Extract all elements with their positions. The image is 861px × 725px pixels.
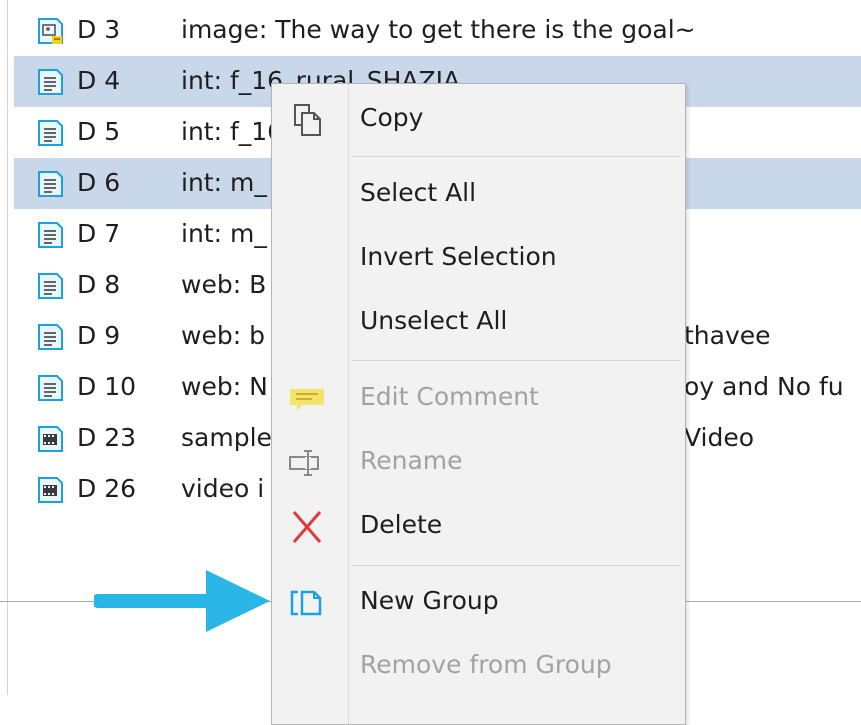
menu-item-new-group[interactable]: New Group [272,574,685,632]
document-code: D 4 [77,66,121,95]
menu-item-unselect-all-label: Unselect All [360,306,508,335]
document-title-visible-tail: Video [684,423,755,452]
document-code: D 10 [77,372,137,401]
document-title: video i [181,474,265,503]
document-title: web: N [181,372,268,401]
text-document-icon [36,119,64,147]
new-group-icon [290,590,322,616]
text-document-icon [36,221,64,249]
comment-icon [290,389,324,411]
menu-item-remove-from-group-label: Remove from Group [360,650,612,679]
menu-item-delete[interactable]: Delete [272,498,685,556]
menu-separator [352,156,680,157]
menu-separator [352,360,680,361]
menu-item-rename[interactable]: Rename [272,434,685,492]
document-row[interactable]: D 3 image: The way to get there is the go… [14,5,861,56]
document-title: sample [181,423,272,452]
video-document-icon [36,476,64,504]
menu-item-unselect-all[interactable]: Unselect All [272,294,685,352]
text-document-icon [36,323,64,351]
group-divider-right [684,601,861,602]
document-code: D 5 [77,117,121,146]
copy-icon [294,104,321,136]
menu-item-copy[interactable]: Copy [272,91,685,149]
text-document-icon [36,170,64,198]
document-code: D 9 [77,321,121,350]
pointer-arrow-icon [94,570,270,632]
document-title: int: m_ [181,219,267,248]
document-code: D 23 [77,423,137,452]
menu-item-edit-comment-label: Edit Comment [360,382,539,411]
menu-item-invert-selection-label: Invert Selection [360,242,557,271]
document-title: int: f_16 [181,117,284,146]
document-code: D 7 [77,219,121,248]
menu-item-remove-from-group[interactable]: Remove from Group [272,638,685,696]
rename-icon [289,450,319,476]
video-document-icon [36,425,64,453]
document-code: D 26 [77,474,137,503]
document-title: image: The way to get there is the goal~ [181,15,696,44]
document-code: D 8 [77,270,121,299]
menu-item-select-all-label: Select All [360,178,477,207]
menu-item-new-group-label: New Group [360,586,499,615]
document-title: int: m_ [181,168,267,197]
context-menu: Copy Select All Invert Selection Unselec… [271,83,686,725]
document-title-visible-tail: thavee [684,321,771,350]
text-document-icon [36,374,64,402]
text-document-icon [36,272,64,300]
menu-item-edit-comment[interactable]: Edit Comment [272,370,685,428]
menu-item-rename-label: Rename [360,446,463,475]
menu-item-copy-label: Copy [360,103,424,132]
image-document-icon [36,17,64,45]
document-code: D 6 [77,168,121,197]
list-left-border [7,0,8,695]
text-document-icon [36,68,64,96]
delete-icon [292,511,322,543]
document-code: D 3 [77,15,121,44]
menu-item-select-all[interactable]: Select All [272,166,685,224]
document-title-visible-tail: oy and No fu [684,372,844,401]
menu-item-invert-selection[interactable]: Invert Selection [272,230,685,288]
document-title: web: b [181,321,265,350]
menu-separator [352,565,680,566]
document-title: web: B [181,270,267,299]
menu-item-delete-label: Delete [360,510,443,539]
